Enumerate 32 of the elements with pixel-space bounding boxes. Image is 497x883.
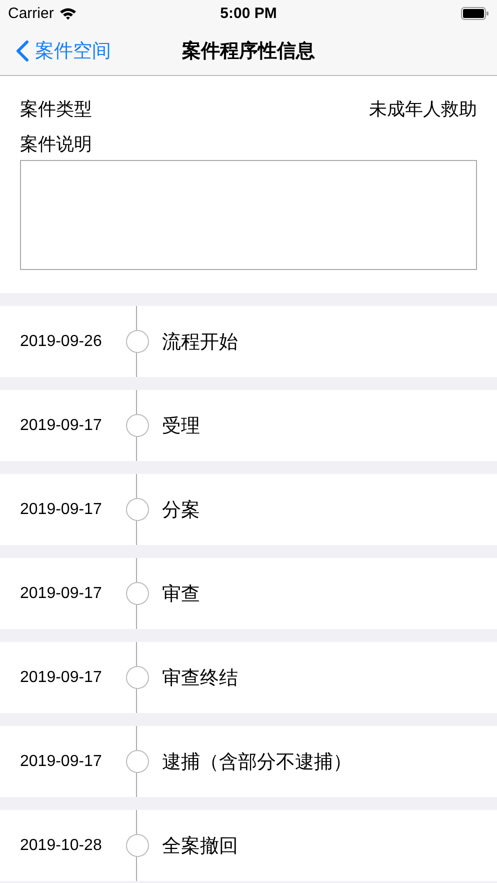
timeline-step: 审查终结 xyxy=(162,664,238,690)
timeline-node-icon xyxy=(126,330,148,353)
timeline-node-icon xyxy=(126,666,148,689)
status-time: 5:00 PM xyxy=(220,4,277,22)
timeline-step: 流程开始 xyxy=(162,328,238,354)
timeline-node-icon xyxy=(126,834,148,857)
timeline-date: 2019-09-26 xyxy=(19,332,103,350)
timeline-step: 受理 xyxy=(162,412,200,438)
timeline-step: 逮捕（含部分不逮捕） xyxy=(162,748,352,774)
timeline-date: 2019-09-17 xyxy=(19,500,103,518)
timeline-date: 2019-09-17 xyxy=(19,416,103,434)
field-value: 未成年人救助 xyxy=(369,98,477,121)
battery-icon xyxy=(461,6,489,20)
timeline-step: 审查 xyxy=(162,580,200,606)
field-label: 案件说明 xyxy=(20,133,92,156)
timeline-node-icon xyxy=(126,414,148,437)
description-field[interactable] xyxy=(20,160,477,270)
timeline-date: 2019-09-17 xyxy=(19,668,103,686)
timeline-step: 全案撤回 xyxy=(162,832,238,858)
back-chevron-icon xyxy=(16,40,29,62)
field-label: 案件类型 xyxy=(20,98,92,121)
timeline-date: 2019-09-17 xyxy=(19,752,103,770)
back-button[interactable]: 案件空间 xyxy=(0,38,111,64)
carrier-label: Carrier xyxy=(8,4,54,22)
timeline-node-icon xyxy=(126,582,148,605)
wifi-icon xyxy=(58,6,77,20)
timeline-node-icon xyxy=(126,498,148,521)
nav-title: 案件程序性信息 xyxy=(182,38,315,64)
timeline-date: 2019-10-28 xyxy=(19,836,103,854)
timeline-date: 2019-09-17 xyxy=(19,584,103,602)
timeline-node-icon xyxy=(126,750,148,773)
timeline-step: 分案 xyxy=(162,496,200,522)
